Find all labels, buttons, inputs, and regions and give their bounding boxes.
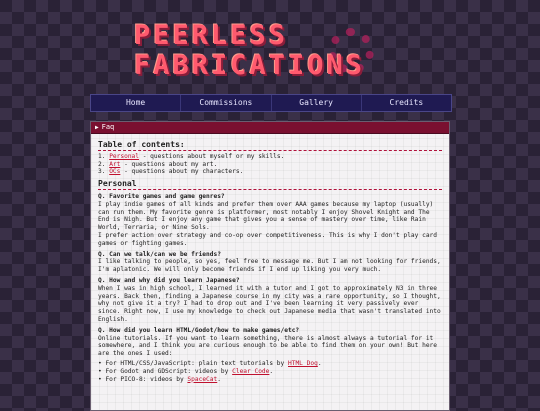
nav-commissions[interactable]: Commissions [181, 95, 272, 111]
tutorial-list: For HTML/CSS/JavaScript: plain text tuto… [98, 360, 442, 383]
answer: I like talking to people, so yes, feel f… [98, 258, 441, 274]
answer: Online tutorials. If you want to learn s… [98, 334, 437, 358]
table-of-contents: 1. Personal - questions about myself or … [98, 153, 442, 176]
panel-header: ▶ Faq [91, 122, 449, 134]
question: Q. Can we talk/can we be friends? [98, 250, 221, 258]
nav-credits[interactable]: Credits [362, 95, 451, 111]
toc-desc: - questions about my art. [120, 160, 218, 168]
toc-num: 1. [98, 152, 106, 160]
toc-desc: - questions about myself or my skills. [139, 152, 285, 160]
toc-item: 2. Art - questions about my art. [98, 161, 442, 169]
link-spacecat[interactable]: SpaceCat [187, 376, 217, 383]
toc-num: 2. [98, 160, 106, 168]
section-title-personal: Personal [98, 180, 442, 190]
question: Q. How and why did you learn Japanese? [98, 276, 240, 284]
answer: I play indie games of all kinds and pref… [98, 200, 434, 232]
answer: I prefer action over strategy and co-op … [98, 231, 437, 247]
question: Q. Favorite games and game genres? [98, 192, 225, 200]
toc-item: 1. Personal - questions about myself or … [98, 153, 442, 161]
list-text: . [269, 367, 274, 375]
list-text: . [317, 359, 322, 367]
question: Q. How did you learn HTML/Godot/how to m… [98, 326, 300, 334]
logo-line-2: FABRICATIONS [134, 50, 366, 81]
toc-link-ocs[interactable]: OCs [109, 168, 120, 175]
toc-link-art[interactable]: Art [109, 161, 120, 168]
toc-num: 3. [98, 168, 106, 176]
list-text: For Godot and GDScript: videos by [105, 367, 233, 375]
faq-panel: ▶ Faq Table of contents: 1. Personal - qu… [90, 121, 450, 411]
faq-content: Table of contents: 1. Personal - questio… [91, 134, 449, 383]
list-item: For PICO-8: videos by SpaceCat. [98, 376, 442, 384]
link-html-dog[interactable]: HTML Dog [288, 360, 318, 367]
toc-heading: Table of contents: [98, 141, 442, 151]
toc-link-personal[interactable]: Personal [109, 153, 139, 160]
nav-gallery[interactable]: Gallery [272, 95, 362, 111]
list-text: For HTML/CSS/JavaScript: plain text tuto… [105, 359, 288, 367]
list-text: . [217, 375, 221, 383]
list-text: For PICO-8: videos by [105, 375, 188, 383]
list-item: For Godot and GDScript: videos by Clear … [98, 368, 442, 376]
triangle-right-icon: ▶ [95, 124, 99, 131]
toc-item: 3. OCs - questions about my characters. [98, 168, 442, 176]
toc-desc: - questions about my characters. [120, 168, 244, 176]
nav-home[interactable]: Home [91, 95, 182, 111]
logo-line-1: PEERLESS [134, 20, 289, 51]
panel-title: Faq [101, 123, 115, 131]
link-clear-code[interactable]: Clear Code [232, 368, 269, 375]
site-logo: PEERLESS FABRICATIONS [128, 18, 418, 88]
list-item: For HTML/CSS/JavaScript: plain text tuto… [98, 360, 442, 368]
answer: When I was in high school, I learned it … [98, 284, 441, 323]
main-nav: Home Commissions Gallery Credits [90, 94, 452, 112]
